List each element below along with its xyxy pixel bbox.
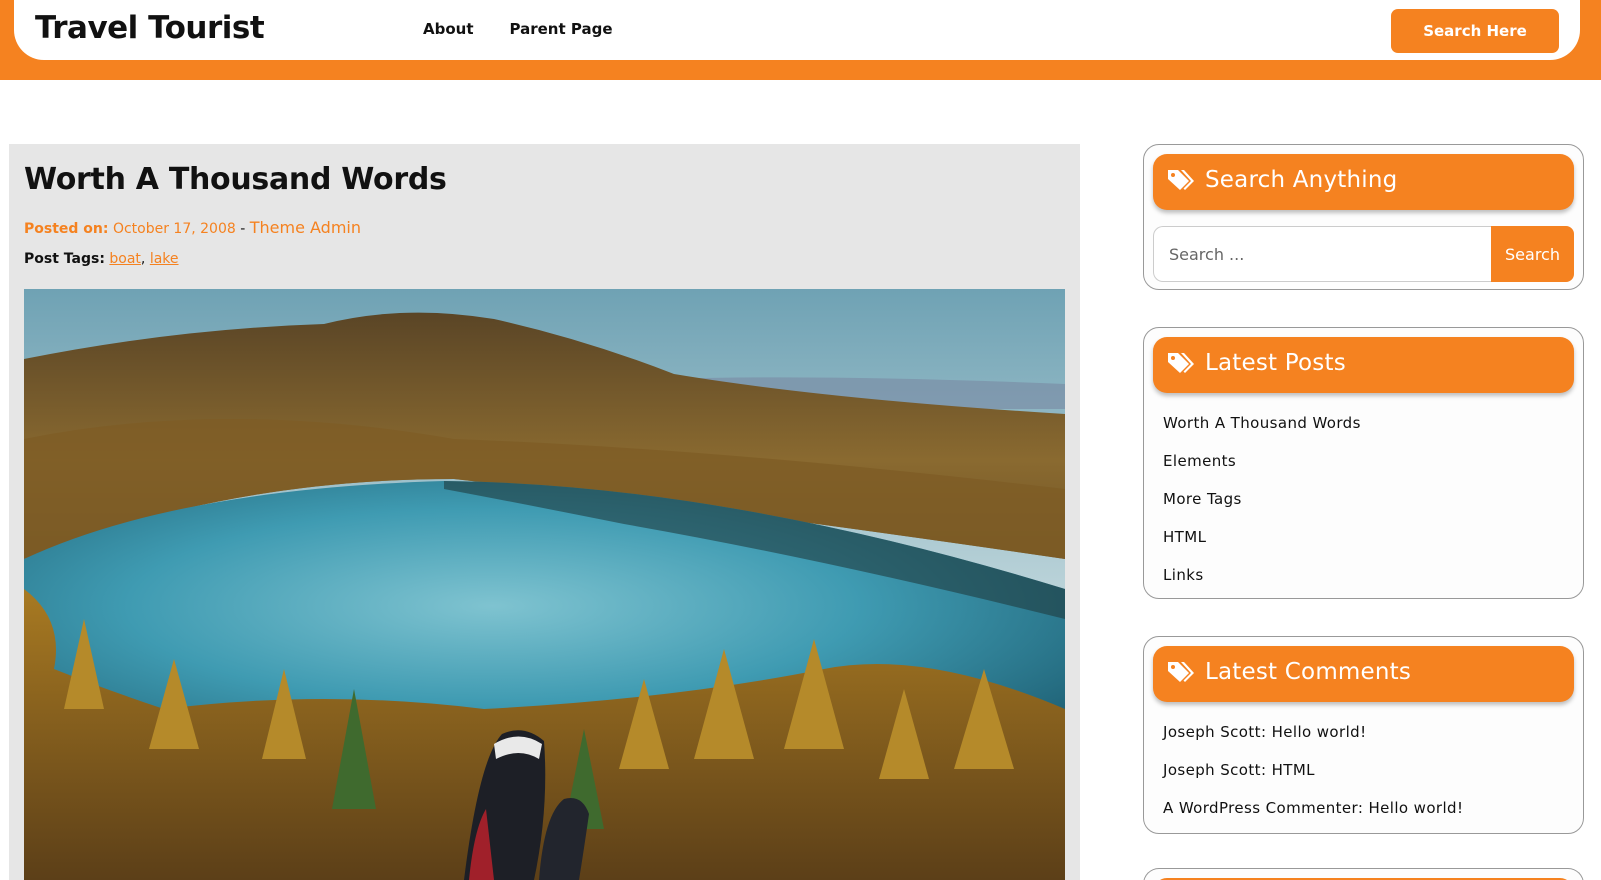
post-tags: Post Tags: boat, lake [24,251,179,267]
next-widget-partial [1143,868,1584,880]
lake-landscape-image [24,289,1065,880]
comment-sep: : [1260,761,1272,779]
post-meta: Posted on: October 17, 2008 - Theme Admi… [24,218,361,237]
post-date[interactable]: October 17, 2008 [113,221,236,237]
list-item: More Tags [1163,490,1361,528]
post-title: Worth A Thousand Words [24,162,447,197]
latest-post-link[interactable]: More Tags [1163,490,1242,508]
comment-author: Joseph Scott [1163,761,1261,779]
nav-item-parent-page[interactable]: Parent Page [510,20,613,38]
latest-post-link[interactable]: Links [1163,566,1204,584]
search-widget-header: Search Anything [1153,154,1574,210]
latest-comments-header: Latest Comments [1153,646,1574,702]
site-title[interactable]: Travel Tourist [35,10,265,46]
latest-posts-title: Latest Posts [1205,350,1346,376]
post-tags-label: Post Tags: [24,251,105,267]
list-item: Elements [1163,452,1361,490]
post-featured-image [24,289,1065,880]
list-item: HTML [1163,528,1361,566]
search-widget: Search Anything Search [1143,144,1584,290]
tag-link-boat[interactable]: boat [109,251,141,267]
latest-comments-widget: Latest Comments Joseph Scott: Hello worl… [1143,636,1584,834]
tag-link-lake[interactable]: lake [150,251,179,267]
search-widget-title: Search Anything [1205,167,1398,193]
tag-icon [1167,351,1195,381]
latest-posts-list: Worth A Thousand Words Elements More Tag… [1163,414,1361,604]
latest-comments-list: Joseph Scott: Hello world! Joseph Scott:… [1163,723,1463,837]
post-author[interactable]: Theme Admin [250,218,361,237]
tag-separator: , [140,251,150,267]
comment-author: A WordPress Commenter [1163,799,1358,817]
comment-post-link[interactable]: Hello world! [1368,799,1463,817]
latest-posts-header: Latest Posts [1153,337,1574,393]
posted-on-label: Posted on: [24,221,109,237]
latest-posts-widget: Latest Posts Worth A Thousand Words Elem… [1143,327,1584,599]
comment-post-link[interactable]: Hello world! [1272,723,1367,741]
main-nav: About Parent Page [423,20,613,38]
search-here-button[interactable]: Search Here [1391,9,1559,53]
comment-sep: : [1260,723,1272,741]
list-item: A WordPress Commenter: Hello world! [1163,799,1463,837]
latest-post-link[interactable]: Elements [1163,452,1236,470]
latest-comments-title: Latest Comments [1205,659,1412,685]
search-form: Search [1153,226,1574,282]
comment-author: Joseph Scott [1163,723,1261,741]
comment-sep: : [1357,799,1369,817]
tag-icon [1167,660,1195,690]
list-item: Links [1163,566,1361,604]
post-article: Worth A Thousand Words Posted on: Octobe… [9,144,1080,880]
search-input[interactable] [1153,226,1491,282]
comment-post-link[interactable]: HTML [1272,761,1315,779]
list-item: Joseph Scott: HTML [1163,761,1463,799]
list-item: Joseph Scott: Hello world! [1163,723,1463,761]
latest-post-link[interactable]: Worth A Thousand Words [1163,414,1361,432]
list-item: Worth A Thousand Words [1163,414,1361,452]
latest-post-link[interactable]: HTML [1163,528,1206,546]
search-submit-button[interactable]: Search [1491,226,1574,282]
meta-separator: - [235,221,250,237]
nav-item-about[interactable]: About [423,20,474,38]
site-header: Travel Tourist About Parent Page Search … [14,0,1580,60]
tag-icon [1167,168,1195,198]
